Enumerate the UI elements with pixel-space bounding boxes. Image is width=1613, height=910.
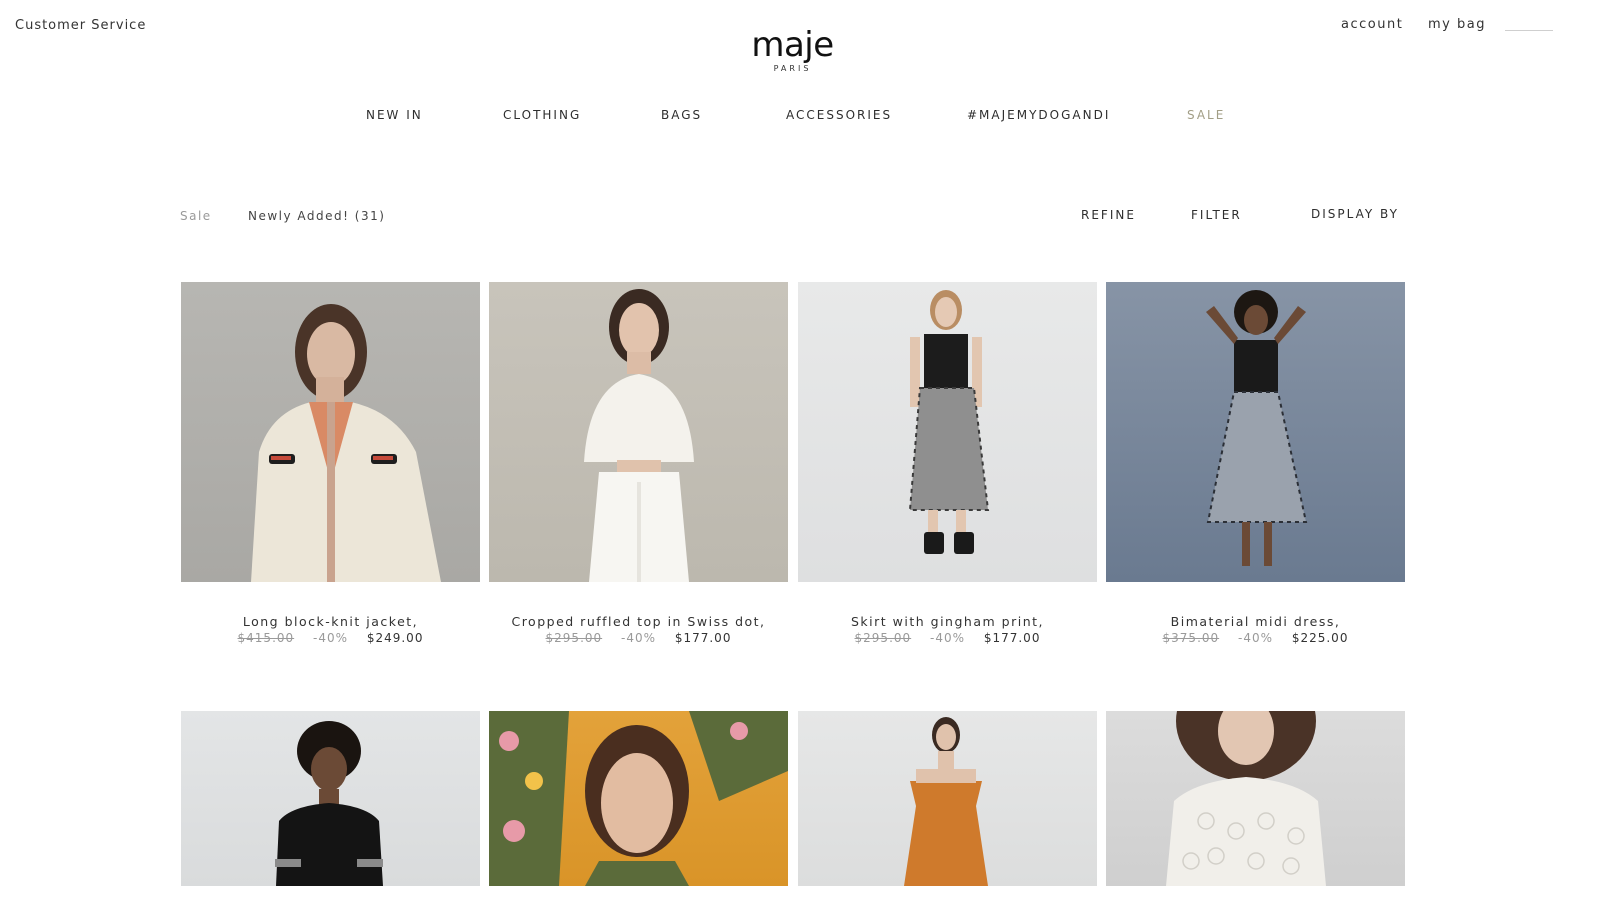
- product-photo-black-tee: [275, 721, 383, 886]
- product-photo-ruffled-top: [584, 289, 694, 582]
- product-image[interactable]: [798, 711, 1097, 886]
- product-card[interactable]: [1106, 711, 1405, 886]
- discount-badge: -40%: [312, 631, 348, 645]
- product-photo-gingham-skirt: [908, 290, 990, 554]
- product-image[interactable]: [1106, 282, 1405, 582]
- product-prices: $415.00 -40% $249.00: [181, 631, 480, 645]
- nav-accessories[interactable]: ACCESSORIES: [786, 108, 892, 122]
- product-prices: $295.00 -40% $177.00: [489, 631, 788, 645]
- sale-price: $177.00: [674, 631, 732, 645]
- bag-underline: [1505, 30, 1553, 31]
- nav-new-in[interactable]: NEW IN: [366, 108, 423, 122]
- product-card[interactable]: [181, 711, 480, 886]
- logo-wordmark: maje: [751, 25, 834, 65]
- product-image[interactable]: [489, 282, 788, 582]
- discount-badge: -40%: [620, 631, 656, 645]
- nav-sale[interactable]: SALE: [1187, 108, 1225, 122]
- product-image[interactable]: [181, 282, 480, 582]
- product-prices: $295.00 -40% $177.00: [798, 631, 1097, 645]
- original-price: $295.00: [854, 631, 912, 645]
- product-name[interactable]: Long block-knit jacket,: [181, 614, 480, 629]
- nav-majemydogandi[interactable]: #MAJEMYDOGANDI: [967, 108, 1110, 122]
- sale-price: $177.00: [983, 631, 1041, 645]
- product-photo-floral-top: [489, 711, 788, 886]
- product-name[interactable]: Bimaterial midi dress,: [1106, 614, 1405, 629]
- product-image[interactable]: [181, 711, 480, 886]
- refine-button[interactable]: REFINE: [1081, 208, 1136, 222]
- product-photo-lace-top: [1166, 711, 1326, 886]
- sale-price: $249.00: [366, 631, 424, 645]
- product-card[interactable]: Cropped ruffled top in Swiss dot, $295.0…: [489, 282, 788, 645]
- product-card[interactable]: Long block-knit jacket, $415.00 -40% $24…: [181, 282, 480, 645]
- top-header: Customer Service maje PARIS account my b…: [0, 0, 1613, 90]
- original-price: $415.00: [237, 631, 295, 645]
- nav-bags[interactable]: BAGS: [661, 108, 702, 122]
- product-prices: $375.00 -40% $225.00: [1106, 631, 1405, 645]
- product-photo-jacket: [251, 304, 441, 582]
- listing-toolbar: Sale Newly Added! (31) REFINE FILTER DIS…: [0, 207, 1613, 227]
- account-link[interactable]: account: [1341, 17, 1403, 32]
- product-card[interactable]: Bimaterial midi dress, $375.00 -40% $225…: [1106, 282, 1405, 645]
- nav-clothing[interactable]: CLOTHING: [503, 108, 581, 122]
- product-card[interactable]: Skirt with gingham print, $295.00 -40% $…: [798, 282, 1097, 645]
- product-card[interactable]: [489, 711, 788, 886]
- product-name[interactable]: Cropped ruffled top in Swiss dot,: [489, 614, 788, 629]
- product-image[interactable]: [1106, 711, 1405, 886]
- my-bag-link[interactable]: my bag: [1428, 17, 1486, 32]
- product-photo-midi-dress: [1206, 290, 1308, 566]
- breadcrumb-current: Newly Added! (31): [248, 209, 386, 223]
- product-card[interactable]: [798, 711, 1097, 886]
- product-image[interactable]: [798, 282, 1097, 582]
- breadcrumb-sale[interactable]: Sale: [180, 209, 212, 223]
- original-price: $375.00: [1162, 631, 1220, 645]
- filter-button[interactable]: FILTER: [1191, 208, 1242, 222]
- brand-logo[interactable]: maje PARIS: [745, 26, 840, 73]
- discount-badge: -40%: [929, 631, 965, 645]
- discount-badge: -40%: [1237, 631, 1273, 645]
- product-photo-orange-dress: [904, 717, 988, 886]
- logo-subtitle: PARIS: [773, 64, 812, 73]
- display-by-button[interactable]: DISPLAY BY: [1311, 207, 1399, 221]
- product-image[interactable]: [489, 711, 788, 886]
- original-price: $295.00: [545, 631, 603, 645]
- product-name[interactable]: Skirt with gingham print,: [798, 614, 1097, 629]
- main-nav: NEW IN CLOTHING BAGS ACCESSORIES #MAJEMY…: [0, 108, 1613, 128]
- sale-price: $225.00: [1291, 631, 1349, 645]
- customer-service-link[interactable]: Customer Service: [15, 18, 146, 33]
